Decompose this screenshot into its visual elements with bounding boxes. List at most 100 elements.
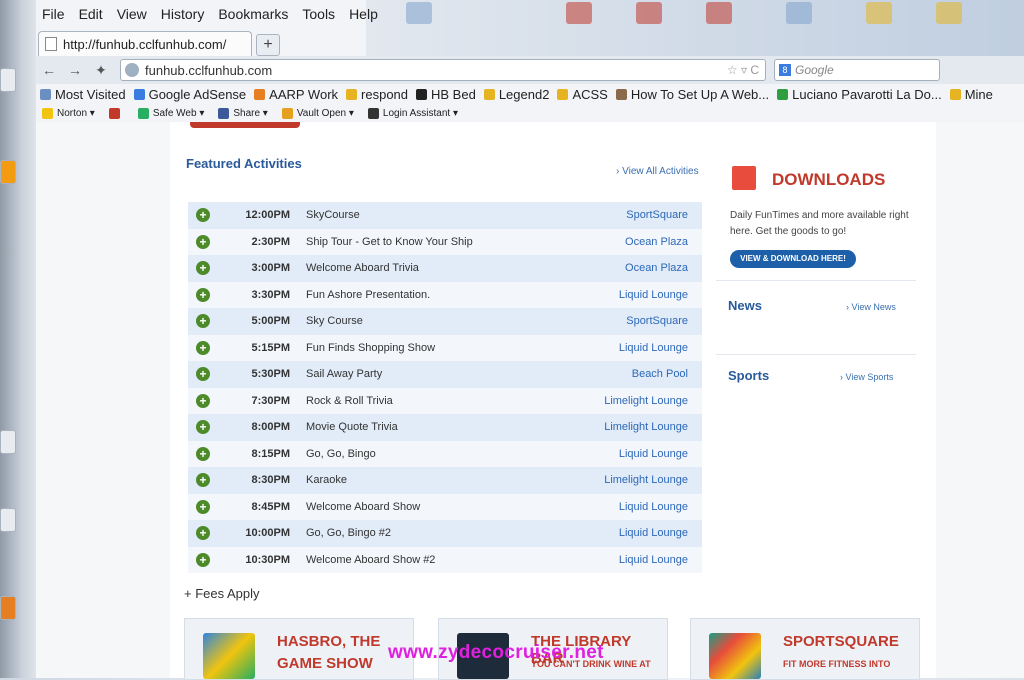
menu-help[interactable]: Help	[347, 4, 380, 30]
view-sports-link[interactable]: › View Sports	[840, 372, 893, 382]
bookmark-item[interactable]: Luciano Pavarotti La Do...	[777, 87, 942, 102]
toolbar-item[interactable]: Norton ▾	[42, 107, 95, 119]
toolbar-item[interactable]: Vault Open ▾	[281, 107, 354, 119]
add-activity-icon[interactable]: +	[196, 446, 210, 461]
promo-sportsquare[interactable]: SPORTSQUARE FIT MORE FITNESS INTO	[690, 618, 920, 680]
activity-location-link[interactable]: Liquid Lounge	[619, 527, 688, 539]
activity-name[interactable]: Karaoke	[306, 474, 536, 486]
back-button[interactable]: ←	[36, 62, 62, 78]
activity-row: +8:15PM Go, Go, Bingo Liquid Lounge	[188, 440, 702, 467]
sportsquare-logo	[709, 633, 761, 679]
bookmark-item[interactable]: Mine	[949, 87, 993, 102]
add-activity-icon[interactable]: +	[196, 287, 210, 302]
activity-name[interactable]: Go, Go, Bingo #2	[306, 527, 536, 539]
activity-row: +12:00PM SkyCourse SportSquare	[188, 202, 702, 229]
search-engine-icon[interactable]: 8	[779, 64, 791, 76]
new-tab-button[interactable]: +	[256, 34, 280, 56]
add-activity-icon[interactable]: +	[196, 208, 210, 223]
menu-tools[interactable]: Tools	[300, 4, 337, 30]
bookmark-item[interactable]: Most Visited	[40, 87, 126, 102]
activity-name[interactable]: Welcome Aboard Trivia	[306, 262, 536, 274]
search-box[interactable]: 8 Google	[774, 59, 940, 81]
bookmark-item[interactable]: Legend2	[483, 87, 549, 102]
activities-list: +12:00PM SkyCourse SportSquare +2:30PM Ship …	[188, 202, 702, 573]
activity-location-link[interactable]: Limelight Lounge	[604, 395, 688, 407]
activity-name[interactable]: SkyCourse	[306, 209, 536, 221]
add-activity-icon[interactable]: +	[196, 499, 210, 514]
add-activity-icon[interactable]: +	[196, 552, 210, 567]
activity-name[interactable]: Fun Ashore Presentation.	[306, 289, 536, 301]
site-identity-icon[interactable]	[125, 63, 139, 77]
add-activity-icon[interactable]: +	[196, 234, 210, 249]
menu-edit[interactable]: Edit	[77, 4, 105, 30]
activity-name[interactable]: Ship Tour - Get to Know Your Ship	[306, 236, 536, 248]
toolbar-item[interactable]	[108, 107, 124, 119]
activity-name[interactable]: Welcome Aboard Show	[306, 501, 536, 513]
add-activity-icon[interactable]: +	[196, 340, 210, 355]
add-activity-icon[interactable]: +	[196, 367, 210, 382]
activity-row: +10:00PM Go, Go, Bingo #2 Liquid Lounge	[188, 520, 702, 547]
activity-name[interactable]: Movie Quote Trivia	[306, 421, 536, 433]
activity-location-link[interactable]: SportSquare	[626, 315, 688, 327]
url-bar[interactable]: funhub.cclfunhub.com ☆ ▿ C	[120, 59, 766, 81]
activity-row: +8:30PM Karaoke Limelight Lounge	[188, 467, 702, 494]
bookmark-item[interactable]: HB Bed	[416, 87, 476, 102]
bookmark-manager-icon[interactable]: ✦	[88, 62, 114, 79]
activity-location-link[interactable]: Liquid Lounge	[619, 342, 688, 354]
activity-location-link[interactable]: Liquid Lounge	[619, 501, 688, 513]
activity-time: 8:00PM	[251, 421, 290, 434]
bookmark-item[interactable]: How To Set Up A Web...	[615, 87, 769, 102]
activity-name[interactable]: Fun Finds Shopping Show	[306, 342, 536, 354]
browser-tab[interactable]: http://funhub.cclfunhub.com/	[38, 31, 252, 56]
activity-time: 8:30PM	[251, 474, 290, 487]
nav-highlight-bar	[190, 122, 300, 128]
activity-location-link[interactable]: Ocean Plaza	[625, 262, 688, 274]
desktop-icon	[636, 2, 662, 24]
desktop-background-strip	[366, 0, 1024, 60]
activity-location-link[interactable]: Liquid Lounge	[619, 289, 688, 301]
activity-name[interactable]: Go, Go, Bingo	[306, 448, 536, 460]
add-activity-icon[interactable]: +	[196, 473, 210, 488]
bookmark-item[interactable]: respond	[346, 87, 408, 102]
activity-location-link[interactable]: Beach Pool	[632, 368, 688, 380]
view-all-activities-link[interactable]: › View All Activities	[616, 166, 699, 177]
add-activity-icon[interactable]: +	[196, 314, 210, 329]
activity-location-link[interactable]: Liquid Lounge	[619, 554, 688, 566]
desktop-file-icon	[0, 508, 16, 532]
forward-button[interactable]: →	[62, 62, 88, 78]
activity-time: 8:15PM	[251, 447, 290, 460]
activity-location-link[interactable]: Limelight Lounge	[604, 421, 688, 433]
toolbar-item[interactable]: Share ▾	[218, 107, 268, 119]
activity-location-link[interactable]: SportSquare	[626, 209, 688, 221]
add-activity-icon[interactable]: +	[196, 420, 210, 435]
activity-location-link[interactable]: Liquid Lounge	[619, 448, 688, 460]
activity-name[interactable]: Sail Away Party	[306, 368, 536, 380]
activity-name[interactable]: Rock & Roll Trivia	[306, 395, 536, 407]
promo-hasbro[interactable]: HASBRO, THE GAME SHOW	[184, 618, 414, 680]
bookmark-item[interactable]: ACSS	[557, 87, 608, 102]
add-activity-icon[interactable]: +	[196, 393, 210, 408]
view-news-link[interactable]: › View News	[846, 302, 896, 312]
bookmark-icon	[40, 88, 51, 100]
menu-view[interactable]: View	[115, 4, 149, 30]
bookmark-star-icon[interactable]: ☆ ▿ C	[727, 63, 765, 77]
tab-title: http://funhub.cclfunhub.com/	[63, 36, 227, 52]
bookmark-item[interactable]: Google AdSense	[133, 87, 246, 102]
add-activity-icon[interactable]: +	[196, 526, 210, 541]
toolbar-item[interactable]: Login Assistant ▾	[367, 107, 458, 119]
activity-name[interactable]: Welcome Aboard Show #2	[306, 554, 536, 566]
activity-name[interactable]: Sky Course	[306, 315, 536, 327]
menu-file[interactable]: File	[40, 4, 67, 30]
toolbar-item[interactable]: Safe Web ▾	[137, 107, 204, 119]
toolbar-label: Login Assistant ▾	[382, 107, 458, 119]
toolbar-icon	[281, 107, 293, 119]
bookmark-item[interactable]: AARP Work	[254, 87, 338, 102]
add-activity-icon[interactable]: +	[196, 261, 210, 276]
bookmark-icon	[949, 88, 961, 100]
activity-location-link[interactable]: Limelight Lounge	[604, 474, 688, 486]
view-download-button[interactable]: VIEW & DOWNLOAD HERE!	[730, 250, 856, 268]
menu-bookmarks[interactable]: Bookmarks	[216, 4, 290, 30]
bookmark-icon	[133, 88, 145, 100]
activity-location-link[interactable]: Ocean Plaza	[625, 236, 688, 248]
menu-history[interactable]: History	[159, 4, 207, 30]
